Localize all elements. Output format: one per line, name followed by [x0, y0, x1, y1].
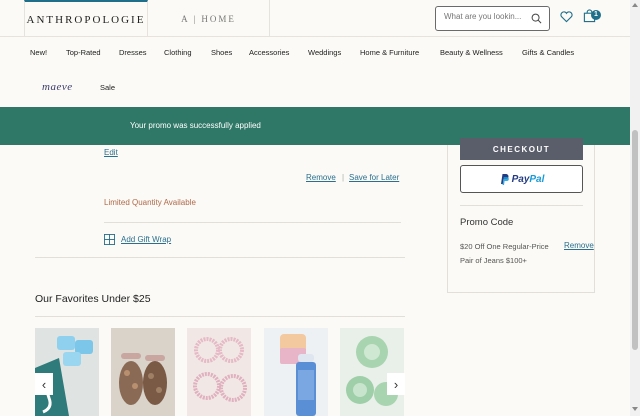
- checkout-button[interactable]: CHECKOUT: [460, 138, 583, 160]
- product-card-dish[interactable]: [340, 328, 404, 416]
- promo-remove-link[interactable]: Remove: [564, 241, 594, 250]
- chevron-left-icon: ‹: [41, 376, 47, 392]
- product-image: [264, 328, 328, 416]
- product-image: [111, 328, 175, 416]
- search-input[interactable]: [444, 12, 524, 21]
- nav-item-beauty-wellness[interactable]: Beauty & Wellness: [440, 48, 503, 57]
- gift-icon: [104, 234, 115, 245]
- edit-item-link[interactable]: Edit: [104, 148, 118, 157]
- add-gift-wrap[interactable]: Add Gift Wrap: [104, 234, 171, 245]
- nav-item-weddings[interactable]: Weddings: [308, 48, 341, 57]
- site-header: ANTHROPOLOGIE A | HOME 1: [0, 0, 630, 37]
- promo-code-description: $20 Off One Regular-Price Pair of Jeans …: [460, 242, 549, 265]
- nav-item-sale[interactable]: Sale: [100, 83, 115, 92]
- promo-code-title: Promo Code: [460, 217, 514, 228]
- paypal-pal: Pal: [529, 173, 545, 185]
- cart-count-badge: 1: [591, 10, 601, 20]
- product-card-sunscreen[interactable]: [264, 328, 328, 416]
- nav-item-new[interactable]: New!: [30, 48, 47, 57]
- limited-quantity-notice: Limited Quantity Available: [104, 198, 196, 207]
- nav-item-dresses[interactable]: Dresses: [119, 48, 147, 57]
- paypal-pay: Pay: [511, 173, 530, 185]
- brand-tab[interactable]: ANTHROPOLOGIE: [24, 0, 148, 37]
- nav-item-top-rated[interactable]: Top-Rated: [66, 48, 101, 57]
- product-image: [187, 328, 251, 416]
- nav-item-shoes[interactable]: Shoes: [211, 48, 232, 57]
- sub-nav: maeve Sale: [0, 66, 630, 107]
- product-card-hair-ties[interactable]: [187, 328, 251, 416]
- nav-item-gifts-candles[interactable]: Gifts & Candles: [522, 48, 574, 57]
- product-image: [340, 328, 404, 416]
- home-tab[interactable]: A | HOME: [148, 0, 270, 37]
- home-logo: A | HOME: [181, 13, 236, 24]
- search-box[interactable]: [435, 6, 550, 31]
- chevron-right-icon: ›: [393, 376, 399, 392]
- main-nav: New! Top-Rated Dresses Clothing Shoes Ac…: [0, 38, 630, 66]
- add-gift-wrap-label: Add Gift Wrap: [121, 235, 172, 244]
- divider: [35, 316, 405, 317]
- paypal-logo-icon: [500, 174, 509, 185]
- favorites-heading: Our Favorites Under $25: [35, 293, 151, 305]
- product-image: [35, 328, 99, 416]
- product-card-baby-shoes[interactable]: [111, 328, 175, 416]
- scroll-up-arrow-icon[interactable]: [632, 2, 638, 8]
- scrollbar-thumb[interactable]: [632, 130, 638, 350]
- save-for-later-link[interactable]: Save for Later: [349, 173, 399, 182]
- paypal-button[interactable]: PayPal: [460, 165, 583, 193]
- search-icon[interactable]: [531, 13, 542, 24]
- divider: [104, 222, 401, 223]
- nav-item-clothing[interactable]: Clothing: [164, 48, 192, 57]
- wishlist-heart-icon[interactable]: [560, 11, 573, 23]
- divider: [35, 257, 405, 258]
- link-separator: |: [342, 173, 345, 182]
- carousel-next-button[interactable]: ›: [387, 373, 405, 395]
- paypal-wordmark: PayPal: [512, 174, 545, 185]
- product-card-cooling-pads[interactable]: [35, 328, 99, 416]
- brand-logo: ANTHROPOLOGIE: [26, 13, 146, 26]
- divider: [460, 205, 583, 206]
- promo-success-message: Your promo was successfully applied: [130, 121, 261, 130]
- nav-item-accessories[interactable]: Accessories: [249, 48, 289, 57]
- scroll-down-arrow-icon[interactable]: [632, 406, 638, 412]
- nav-item-maeve[interactable]: maeve: [42, 81, 73, 93]
- nav-item-home-furniture[interactable]: Home & Furniture: [360, 48, 419, 57]
- remove-item-link[interactable]: Remove: [306, 173, 336, 182]
- carousel-prev-button[interactable]: ‹: [35, 373, 53, 395]
